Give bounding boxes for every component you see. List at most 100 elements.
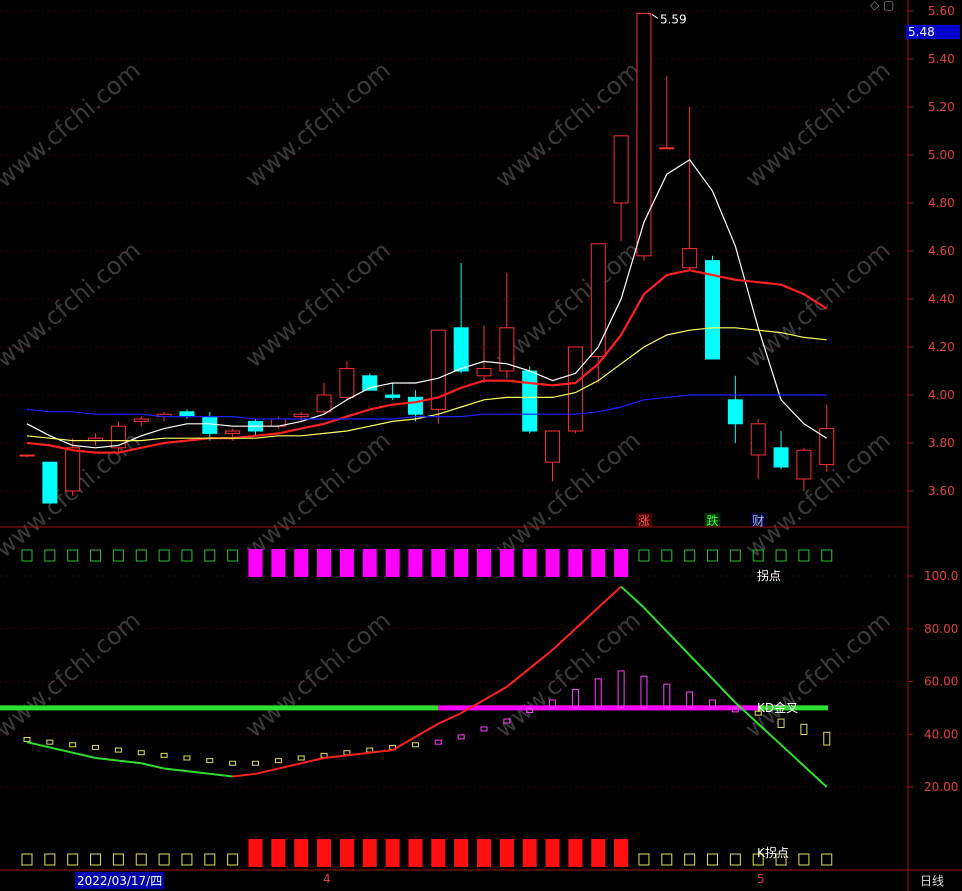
k-line-segment <box>597 585 622 609</box>
price-tick-label: 4.40 <box>928 292 955 306</box>
k-line-segment <box>711 678 737 704</box>
bottom-signal-bar <box>431 839 446 867</box>
event-marker-label: 财 <box>752 514 764 528</box>
bottom-signal-bar <box>454 839 469 867</box>
k-line-segment <box>49 746 73 754</box>
bottom-signal-bar <box>568 839 583 867</box>
k-line-segment <box>186 770 210 775</box>
bottom-signal-box <box>158 853 170 866</box>
candle-body <box>590 243 606 358</box>
oscillator-bar <box>183 755 191 761</box>
oscillator-bar <box>252 760 259 766</box>
top-signal-box <box>729 549 741 562</box>
oscillator-bar <box>160 752 168 758</box>
candle-body <box>19 454 35 457</box>
top-signal-box <box>90 549 102 562</box>
k-line-segment <box>163 767 188 773</box>
candle-body <box>316 394 332 413</box>
period-selector[interactable]: 日线 <box>920 872 944 889</box>
month-label-april: 4 <box>323 872 331 886</box>
oscillator-bar <box>640 675 648 709</box>
kd-cross-label: KD金叉 <box>757 700 798 715</box>
bottom-signal-box <box>638 853 650 866</box>
k-line-segment <box>506 667 531 688</box>
bottom-signal-bar <box>248 839 263 867</box>
bottom-signal-bar <box>591 839 606 867</box>
k-line-segment <box>529 649 554 670</box>
event-marker-label: 跌 <box>707 513 719 528</box>
price-tick-label: 5.20 <box>928 100 955 114</box>
top-signal-box <box>707 549 718 562</box>
k-line-segment <box>688 654 714 680</box>
price-panel: 5.59 涨 跌 财 <box>19 12 835 528</box>
watermark-text: www.cfchi.com <box>240 236 396 373</box>
top-signal-bar <box>591 549 606 577</box>
candle-body <box>773 447 789 468</box>
bottom-signal-box <box>90 853 102 866</box>
candle-body <box>727 399 743 425</box>
bottom-signal-box <box>821 853 833 866</box>
candle-body <box>385 394 401 398</box>
price-tick-label: 5.40 <box>928 52 955 66</box>
indicator-tick-label: 100.0 <box>924 569 958 583</box>
bottom-signal-bar <box>499 839 514 867</box>
watermark-text: www.cfchi.com <box>740 606 896 743</box>
oscillator-bar <box>411 742 419 748</box>
bottom-signal-box <box>112 853 124 866</box>
indicator-tick-label: 40.00 <box>924 727 958 741</box>
oscillator-bar <box>69 742 77 748</box>
oscillator-bar <box>800 723 808 735</box>
top-signal-box <box>135 549 147 562</box>
k-line-segment <box>255 767 279 775</box>
watermark-text: www.cfchi.com <box>0 236 146 373</box>
top-signal-box <box>67 549 79 562</box>
top-signal-box <box>112 549 124 562</box>
candle-body <box>339 368 355 398</box>
candle-body <box>545 430 561 463</box>
candle-body <box>65 447 81 492</box>
current-price-tag: 5.48 <box>906 25 960 39</box>
top-signal-box <box>821 549 833 562</box>
top-signal-box <box>44 549 56 562</box>
bottom-signal-bar <box>614 839 629 867</box>
oscillator-bar <box>663 683 671 709</box>
oscillator-bar <box>274 758 282 764</box>
top-signal-box <box>798 549 810 562</box>
bottom-signal-bar <box>362 839 377 867</box>
watermark-text: www.cfchi.com <box>240 426 396 563</box>
watermark-text: www.cfchi.com <box>240 56 396 193</box>
candle-body <box>293 413 309 418</box>
top-signal-box <box>227 549 239 562</box>
price-tick-label: 4.20 <box>928 340 955 354</box>
oscillator-bar <box>114 747 122 753</box>
top-signal-bar <box>499 549 514 577</box>
price-tick-label: 4.00 <box>928 388 955 402</box>
watermark-layer: www.cfchi.com www.cfchi.com www.cfchi.com w… <box>0 56 896 743</box>
top-signal-box <box>181 549 193 562</box>
bottom-signal-box <box>181 853 193 866</box>
top-signal-box <box>684 549 696 562</box>
stock-chart[interactable]: www.cfchi.com www.cfchi.com www.cfchi.com w… <box>0 0 962 891</box>
oscillator-bar <box>137 750 145 756</box>
event-marker-label: 涨 <box>638 513 650 528</box>
k-line-segment <box>437 712 462 725</box>
price-tick-label: 3.60 <box>928 484 955 498</box>
top-signal-bar <box>614 549 629 577</box>
candle-body <box>133 418 149 422</box>
top-signal-bar <box>431 549 446 577</box>
crosshair-date-label: 2022/03/17/四 <box>75 872 165 889</box>
top-signal-bar <box>248 549 263 577</box>
window-icons[interactable]: ◇ ▢ <box>870 0 894 12</box>
candle-body <box>522 370 538 432</box>
candle-body <box>202 416 218 434</box>
bottom-signal-box <box>135 853 147 866</box>
candle-body <box>476 368 492 377</box>
price-tick-label: 4.80 <box>928 196 955 210</box>
oscillator-bar <box>229 760 237 766</box>
candle-body <box>42 461 58 504</box>
top-signal-bar <box>545 549 560 577</box>
top-signal-bar <box>408 549 423 577</box>
bottom-signal-bar <box>477 839 491 867</box>
oscillator-bar <box>480 726 488 732</box>
bottom-signal-box <box>707 853 718 866</box>
